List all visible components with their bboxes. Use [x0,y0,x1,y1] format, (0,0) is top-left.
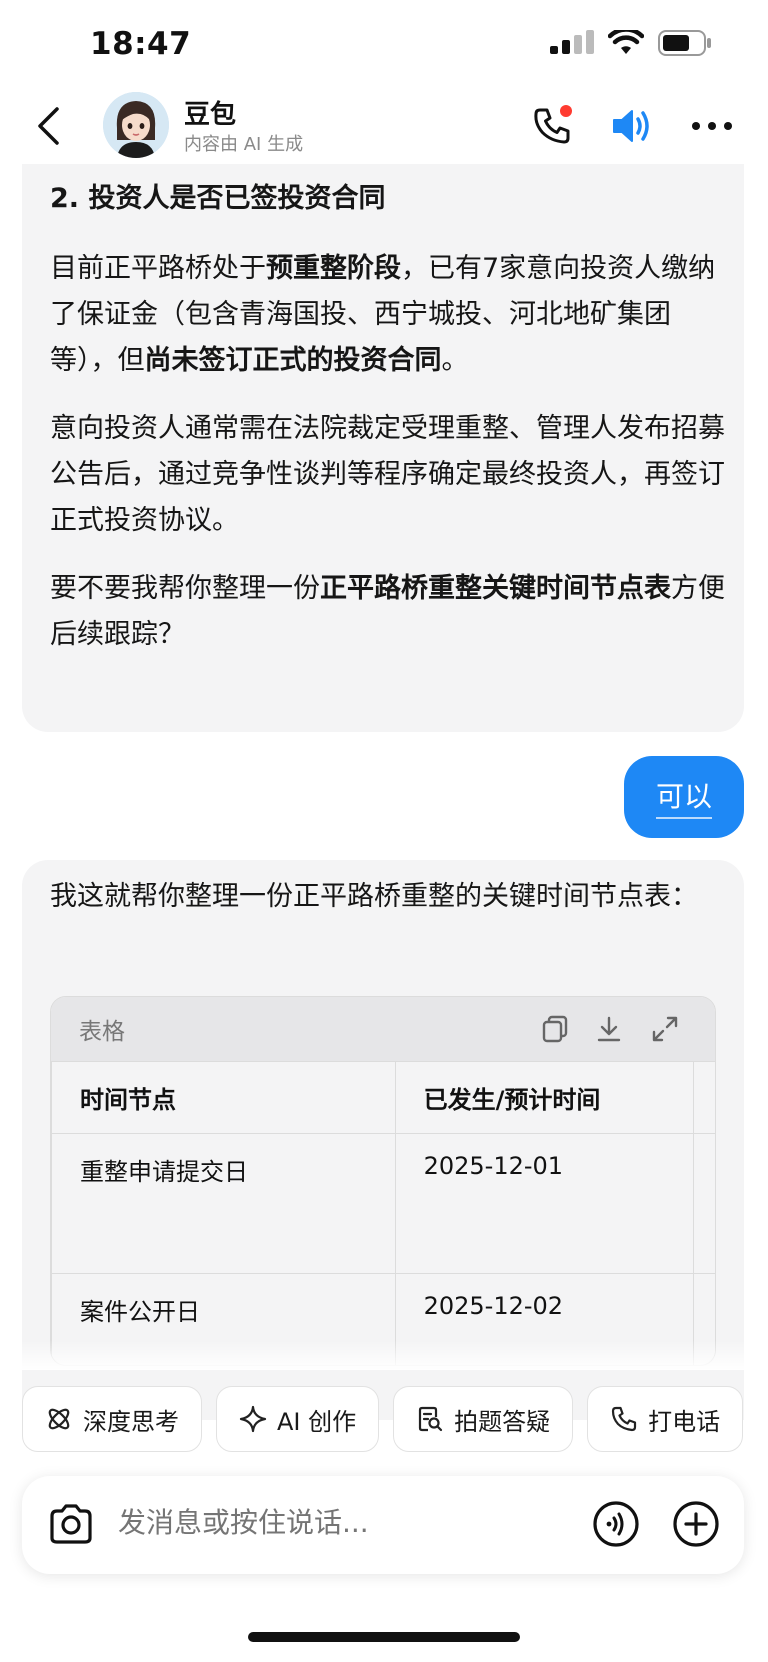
chip-label: 拍题答疑 [454,1407,551,1436]
atom-icon [48,1408,70,1430]
avatar[interactable] [103,92,169,158]
wifi-icon [607,27,645,60]
notification-dot [560,105,572,117]
table-toolbar: 表格 [51,997,715,1061]
search-doc-icon [419,1406,443,1432]
chat-title: 豆包 [184,100,237,130]
ai-create-chip[interactable]: AI 创作 [216,1386,380,1452]
bold-text: 预重整阶段 [266,253,401,284]
phone-call-button[interactable] [528,104,576,148]
scroll-fade [0,1340,768,1370]
table-cell: 重整申请提交日 [51,1133,396,1274]
table-header-cell [692,1061,715,1134]
plus-circle-icon [673,1501,719,1547]
ai-disclaimer: 内容由 AI 生成 [184,134,304,155]
status-bar: 18:47 [0,0,768,88]
user-message[interactable]: 可以 [624,756,744,838]
phone-icon [534,105,572,144]
message-paragraph: 目前正平路桥处于预重整阶段，已有7家意向投资人缴纳了保证金（包含青海国投、西宁城… [50,246,726,384]
camera-button[interactable] [48,1502,94,1550]
chip-label: 深度思考 [83,1407,179,1436]
speaker-icon [613,110,649,142]
text-run: 。 [441,345,469,376]
expand-table-button[interactable] [647,1011,683,1047]
phone-icon [612,1406,637,1432]
message-composer [22,1476,744,1574]
status-icons [550,27,712,60]
expand-icon [652,1016,678,1042]
more-button[interactable] [688,104,736,148]
quick-actions: 深度思考 AI 创作 拍题答疑 打电话 [22,1386,744,1452]
home-indicator [248,1632,520,1642]
camera-icon [50,1504,92,1544]
deep-think-chip[interactable]: 深度思考 [22,1386,202,1452]
copy-table-button[interactable] [537,1011,573,1047]
text-run: 要不要我帮你整理一份 [50,573,320,604]
status-time: 18:47 [90,26,192,62]
timeline-table: 时间节点 已发生/预计时间 重整申请提交日 2025-12-01 案件公开日 2… [51,1061,715,1365]
chevron-left-icon [38,107,59,145]
voice-button[interactable] [592,1500,640,1552]
table-header-cell: 时间节点 [51,1061,396,1134]
chat-header: 豆包 内容由 AI 生成 [0,88,768,164]
copy-icon [542,1015,568,1043]
download-table-button[interactable] [591,1011,627,1047]
photo-question-chip[interactable]: 拍题答疑 [393,1386,574,1452]
user-message-text: 可以 [655,775,712,819]
add-attachment-button[interactable] [672,1500,720,1552]
bold-text: 正平路桥重整关键时间节点表 [320,573,671,604]
sparkle-icon [239,1405,267,1433]
download-icon [597,1016,621,1042]
more-icon [692,122,732,130]
chip-label: AI 创作 [277,1407,357,1436]
table-cell [692,1133,715,1274]
table-header-cell: 已发生/预计时间 [394,1061,694,1134]
back-button[interactable] [28,102,68,150]
bold-text: 尚未签订正式的投资合同 [144,345,442,376]
bot-message: 2. 投资人是否已签投资合同 目前正平路桥处于预重整阶段，已有7家意向投资人缴纳… [22,164,744,732]
message-input[interactable] [118,1506,538,1539]
chip-label: 打电话 [648,1407,721,1436]
message-paragraph: 要不要我帮你整理一份正平路桥重整关键时间节点表方便后续跟踪？ [50,566,726,658]
call-chip[interactable]: 打电话 [587,1386,744,1452]
message-intro: 我这就帮你整理一份正平路桥重整的关键时间节点表： [50,881,698,912]
speaker-button[interactable] [608,104,656,148]
message-paragraph: 意向投资人通常需在法院裁定受理重整、管理人发布招募公告后，通过竞争性谈判等程序确… [50,413,725,536]
voice-wave-icon [593,1501,639,1547]
table-row: 重整申请提交日 2025-12-01 [51,1133,715,1274]
table-label: 表格 [79,1019,125,1045]
battery-icon [658,30,712,60]
table-cell: 2025-12-01 [394,1133,694,1274]
cellular-signal-icon [550,30,594,60]
table-card: 表格 时间节点 已发生/预计时间 重整申请提交日 2025-12-01 案件公开… [50,996,716,1366]
text-run: 目前正平路桥处于 [50,253,266,284]
message-heading: 2. 投资人是否已签投资合同 [50,183,386,214]
table-header-row: 时间节点 已发生/预计时间 [51,1061,715,1134]
